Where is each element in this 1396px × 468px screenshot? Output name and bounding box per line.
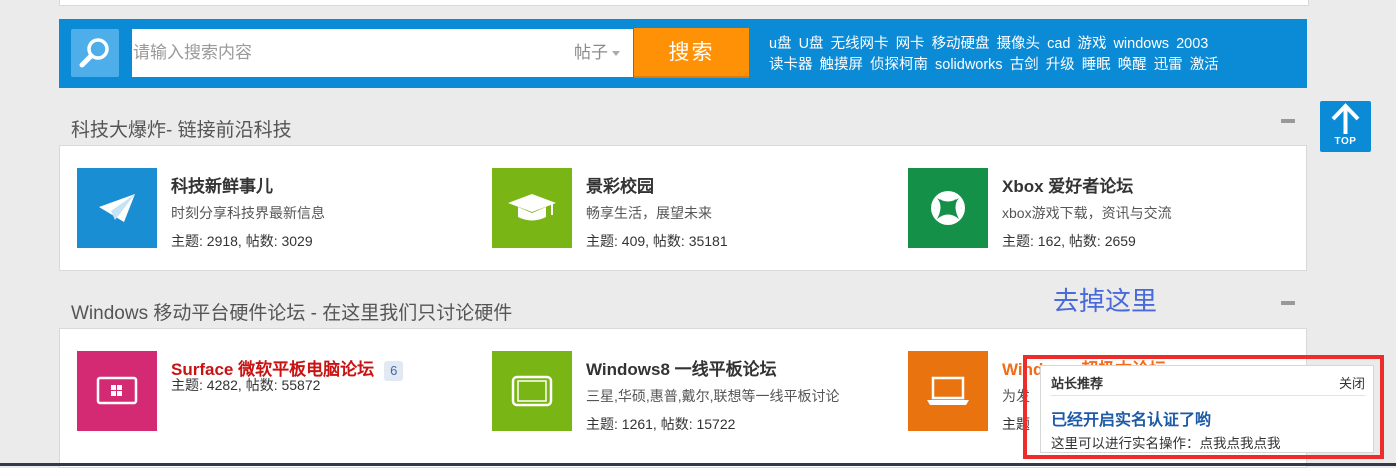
hot-search-links: u盘 U盘 无线网卡 网卡 移动硬盘 摄像头 cad 游戏 windows 2003 读卡器 触摸屏… xyxy=(769,34,1299,76)
collapse-icon[interactable] xyxy=(1281,301,1295,305)
search-bar: 帖子 搜索 u盘 U盘无线网卡网卡移动硬盘摄像头 cad 游戏 windows 2003 … xyxy=(59,19,1307,88)
hot-search-link[interactable]: 古剑 xyxy=(1010,57,1039,73)
new-posts-badge: 6 xyxy=(384,360,404,381)
back-to-top-button[interactable]: TOP xyxy=(1320,101,1371,152)
section-title[interactable]: 科技大爆炸- 链接前沿科技 xyxy=(71,115,292,142)
search-icon[interactable] xyxy=(71,29,119,77)
hot-search-link[interactable]: U盘 xyxy=(799,36,824,52)
hot-search-link[interactable]: 移动硬盘 xyxy=(932,36,990,52)
popup-headline-link[interactable]: 已经开启实名认证了哟 xyxy=(1051,406,1211,430)
forum-description: 时刻分享科技界最新信息 xyxy=(171,205,325,221)
hot-search-link[interactable]: 2003 xyxy=(1176,36,1208,52)
annotation-text: 去掉这里 xyxy=(1053,287,1158,317)
search-button[interactable]: 搜索 xyxy=(634,28,749,78)
forum-name[interactable]: 科技新鲜事儿 xyxy=(171,172,273,197)
hot-search-link[interactable]: 迅雷 xyxy=(1154,57,1183,73)
hot-search-link[interactable]: solidworks xyxy=(935,57,1003,73)
popup-body[interactable]: 这里可以进行实名操作：点我点我点我 xyxy=(1051,432,1281,452)
hot-search-link[interactable]: u盘 xyxy=(769,36,792,52)
forum-name[interactable]: Xbox 爱好者论坛 xyxy=(1002,172,1133,197)
forum-name[interactable]: 景彩校园 xyxy=(586,172,654,197)
forum-item[interactable]: Windows8 一线平板论坛 三星,华硕,惠普,戴尔,联想等一线平板讨论 主题… xyxy=(492,351,892,432)
forum-stats: 主题: 4282, 帖数: 55872 xyxy=(171,377,321,393)
forum-item[interactable]: Surface 微软平板电脑论坛 6 主题: 4282, 帖数: 55872 xyxy=(77,351,477,431)
hot-search-link[interactable]: cad xyxy=(1047,36,1070,52)
forum-item[interactable]: 景彩校园 畅享生活，展望未来 主题: 409, 帖数: 35181 xyxy=(492,168,892,249)
previous-panel-bottom xyxy=(59,0,1309,6)
hot-search-link[interactable]: 侦探柯南 xyxy=(870,57,928,73)
forum-stats: 主题: 409, 帖数: 35181 xyxy=(586,233,728,249)
collapse-icon[interactable] xyxy=(1281,119,1295,123)
hot-search-link[interactable]: 激活 xyxy=(1190,57,1219,73)
chevron-down-icon xyxy=(612,51,620,57)
tablet-icon[interactable] xyxy=(492,351,572,431)
search-type-label: 帖子 xyxy=(574,43,608,62)
forum-description: xbox游戏下载，资讯与交流 xyxy=(1002,205,1172,221)
popup-header: 站长推荐 关闭 xyxy=(1051,373,1365,396)
graduation-cap-icon[interactable] xyxy=(492,168,572,248)
hot-search-link[interactable]: windows xyxy=(1113,36,1169,52)
forum-stats: 主题: 162, 帖数: 2659 xyxy=(1002,233,1136,249)
hot-search-link[interactable]: 读卡器 xyxy=(769,57,813,73)
paper-plane-icon[interactable] xyxy=(77,168,157,248)
forum-description: 畅享生活，展望未来 xyxy=(586,205,712,221)
laptop-icon[interactable] xyxy=(908,351,988,431)
search-type-select[interactable]: 帖子 xyxy=(574,29,633,77)
surface-tablet-icon[interactable] xyxy=(77,351,157,431)
xbox-icon[interactable] xyxy=(908,168,988,248)
recommend-popup: 站长推荐 关闭 已经开启实名认证了哟 这里可以进行实名操作：点我点我点我 xyxy=(1040,365,1374,453)
forum-stats: 主题: 1261, 帖数: 15722 xyxy=(586,416,736,432)
back-to-top-label: TOP xyxy=(1334,136,1357,147)
hot-search-link[interactable]: 睡眠 xyxy=(1082,57,1111,73)
hot-links-row: 读卡器 触摸屏 侦探柯南 solidworks 古剑 升级 睡眠 唤醒 迅雷 激活 xyxy=(769,55,1299,76)
section-title[interactable]: Windows 移动平台硬件论坛 - 在这里我们只讨论硬件 xyxy=(71,298,512,325)
up-arrow-icon xyxy=(1331,103,1360,134)
search-input[interactable] xyxy=(132,29,633,77)
popup-close-button[interactable]: 关闭 xyxy=(1339,373,1365,392)
hot-search-link[interactable]: 升级 xyxy=(1046,57,1075,73)
popup-title: 站长推荐 xyxy=(1051,376,1104,391)
forum-panel: 科技新鲜事儿 时刻分享科技界最新信息 主题: 2918, 帖数: 3029 景彩… xyxy=(59,145,1307,271)
hot-search-link[interactable]: 无线网卡 xyxy=(831,36,889,52)
forum-name[interactable]: Windows8 一线平板论坛 xyxy=(586,355,777,380)
hot-search-link[interactable]: 游戏 xyxy=(1077,36,1106,52)
forum-item[interactable]: Xbox 爱好者论坛 xbox游戏下载，资讯与交流 主题: 162, 帖数: 2… xyxy=(908,168,1308,249)
hot-search-link[interactable]: 网卡 xyxy=(896,36,925,52)
forum-item[interactable]: 科技新鲜事儿 时刻分享科技界最新信息 主题: 2918, 帖数: 3029 xyxy=(77,168,477,249)
hot-search-link[interactable]: 唤醒 xyxy=(1118,57,1147,73)
hot-search-link[interactable]: 摄像头 xyxy=(997,36,1041,52)
hot-search-link[interactable]: 触摸屏 xyxy=(820,57,864,73)
forum-stats: 主题: 2918, 帖数: 3029 xyxy=(171,233,313,249)
hot-links-row: u盘 U盘 无线网卡 网卡 移动硬盘 摄像头 cad 游戏 windows 2003 xyxy=(769,34,1299,55)
forum-description: 三星,华硕,惠普,戴尔,联想等一线平板讨论 xyxy=(586,388,840,404)
